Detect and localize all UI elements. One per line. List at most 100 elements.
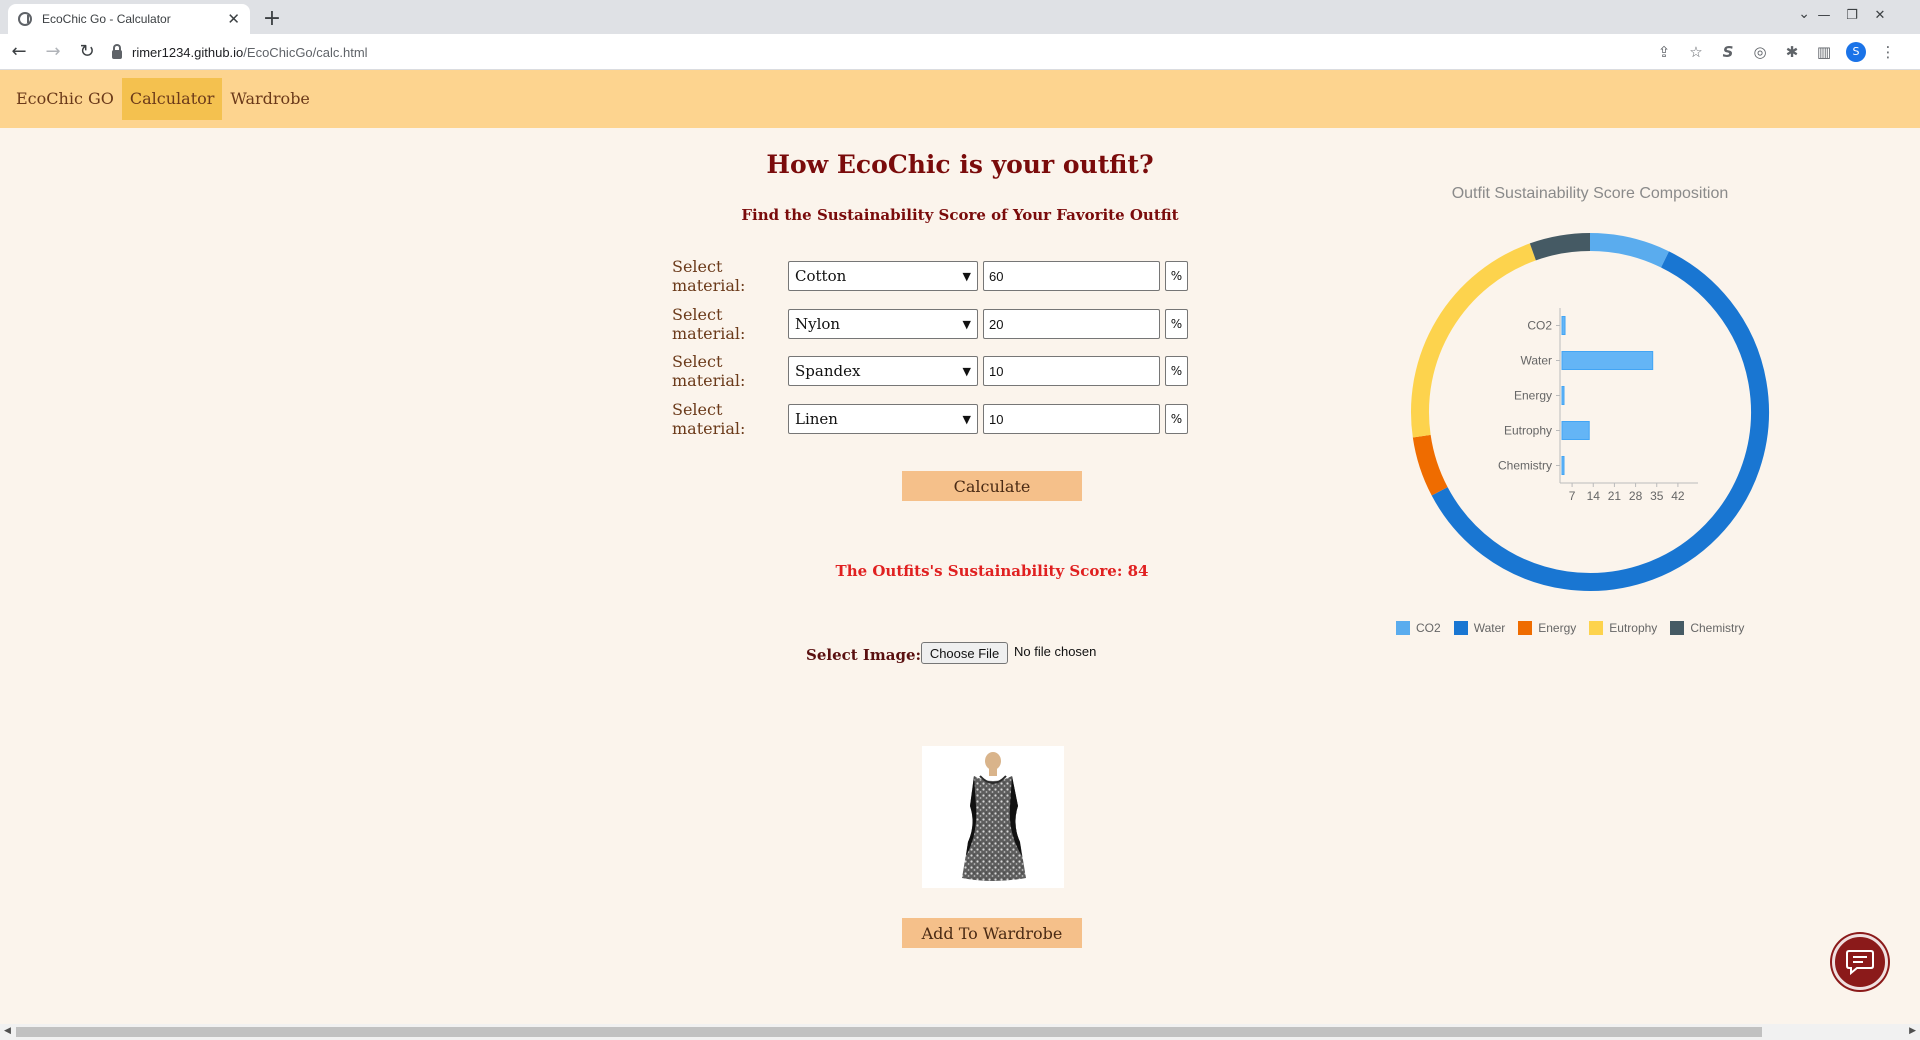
dress-image [962, 752, 1026, 881]
chevron-down-icon: ▼ [962, 412, 971, 426]
address-bar[interactable]: rimer1234.github.io/EcoChicGo/calc.html [112, 38, 1692, 66]
legend-swatch [1589, 621, 1604, 635]
legend-item-eutrophy[interactable]: Eutrophy [1589, 621, 1657, 635]
legend-item-energy[interactable]: Energy [1518, 621, 1576, 635]
category-label: CO2 [1527, 319, 1552, 333]
legend-label: Water [1473, 621, 1506, 635]
material-label: Select material: [672, 400, 746, 438]
globe-icon [18, 12, 32, 26]
back-arrow-icon[interactable]: ← [4, 37, 34, 67]
profile-avatar[interactable]: S [1846, 42, 1866, 62]
share-icon[interactable]: ⇪ [1648, 43, 1680, 61]
page-title: How EcoChic is your outfit? [766, 150, 1154, 179]
x-tick-label: 21 [1608, 489, 1622, 503]
extension-eye-icon[interactable]: ◎ [1744, 43, 1776, 61]
legend-swatch [1670, 621, 1685, 635]
category-label: Eutrophy [1504, 424, 1552, 438]
reload-icon[interactable]: ↻ [72, 37, 102, 67]
percent-input-2[interactable]: 20 [983, 309, 1160, 339]
material-select-1[interactable]: Cotton ▼ [788, 261, 978, 291]
choose-file-button[interactable]: Choose File [921, 642, 1008, 664]
legend-item-co2[interactable]: CO2 [1396, 621, 1441, 635]
bar-water [1561, 351, 1654, 370]
new-tab-button[interactable]: + [258, 4, 286, 32]
toolbar-actions: ⇪ ☆ S ◎ ✱ ▥ S ⋮ [1648, 34, 1904, 70]
material-select-2[interactable]: Nylon ▼ [788, 309, 978, 339]
chat-support-button[interactable] [1832, 934, 1888, 990]
scroll-right-icon[interactable]: ▶ [1909, 1026, 1916, 1036]
category-label: Energy [1514, 389, 1552, 403]
outfit-preview-image [922, 746, 1064, 888]
category-label: Water [1520, 354, 1552, 368]
bar-energy [1561, 386, 1565, 405]
material-row-4: Select material: Linen ▼ 10 % [672, 400, 1188, 438]
bookmark-star-icon[interactable]: ☆ [1680, 43, 1712, 61]
legend-label: Energy [1538, 621, 1577, 635]
tab-close-icon[interactable]: ✕ [227, 10, 240, 28]
calculate-button[interactable]: Calculate [902, 471, 1082, 501]
percent-unit: % [1165, 404, 1188, 434]
bar-eutrophy [1561, 421, 1590, 440]
legend-label: Eutrophy [1609, 621, 1658, 635]
percent-input-3[interactable]: 10 [983, 356, 1160, 386]
legend-swatch [1453, 621, 1468, 635]
legend-item-chemistry[interactable]: Chemistry [1670, 621, 1744, 635]
add-to-wardrobe-button[interactable]: Add To Wardrobe [902, 918, 1082, 948]
chart-legend: CO2 Water Energy Eutrophy Chemistry [1396, 621, 1757, 635]
extension-s-icon[interactable]: S [1712, 43, 1744, 61]
material-row-1: Select material: Cotton ▼ 60 % [672, 257, 1188, 295]
material-row-3: Select material: Spandex ▼ 10 % [672, 352, 1188, 390]
x-tick-label: 28 [1629, 489, 1643, 503]
browser-tab[interactable]: EcoChic Go - Calculator ✕ [8, 4, 250, 34]
nav-wardrobe[interactable]: Wardrobe [222, 78, 317, 120]
material-label: Select material: [672, 257, 746, 295]
legend-item-water[interactable]: Water [1453, 621, 1506, 635]
material-select-3[interactable]: Spandex ▼ [788, 356, 978, 386]
menu-kebab-icon[interactable]: ⋮ [1872, 43, 1904, 61]
sustainability-score: The Outfits's Sustainability Score: 84 [835, 562, 1149, 580]
material-label: Select material: [672, 352, 746, 390]
page-subtitle: Find the Sustainability Score of Your Fa… [741, 206, 1179, 224]
window-controls: — ❐ ✕ [1810, 0, 1894, 30]
legend-swatch [1518, 621, 1533, 635]
scrollbar-thumb[interactable] [16, 1027, 1762, 1037]
horizontal-scrollbar[interactable]: ◀ ▶ [0, 1024, 1920, 1040]
file-status-text: No file chosen [1014, 644, 1097, 659]
nav-brand[interactable]: EcoChic GO [8, 78, 122, 120]
chevron-down-icon: ▼ [962, 364, 971, 378]
minimize-icon[interactable]: — [1810, 8, 1838, 23]
nav-calculator[interactable]: Calculator [121, 78, 223, 120]
chat-bubble-icon [1846, 950, 1874, 976]
ring-slice-chemistry [1529, 233, 1591, 261]
select-image-label: Select Image: [806, 646, 922, 664]
bar-chemistry [1561, 456, 1565, 475]
chevron-down-icon: ▼ [962, 269, 971, 283]
tab-search-icon[interactable]: ⌄ [1798, 6, 1810, 22]
x-tick-label: 14 [1587, 489, 1601, 503]
legend-swatch [1396, 621, 1410, 635]
x-tick-label: 42 [1671, 489, 1685, 503]
side-panel-icon[interactable]: ▥ [1808, 43, 1840, 61]
browser-toolbar: ← → ↻ rimer1234.github.io/EcoChicGo/calc… [0, 34, 1920, 70]
chevron-down-icon: ▼ [962, 317, 971, 331]
chart-title: Outfit Sustainability Score Composition [1451, 185, 1729, 202]
percent-unit: % [1165, 309, 1188, 339]
percent-input-1[interactable]: 60 [983, 261, 1160, 291]
sustainability-chart: CO2 Water Energy Eutrophy Chemistry 7 14 21 28 35… [1411, 233, 1769, 591]
bar-co2 [1561, 316, 1566, 335]
restore-icon[interactable]: ❐ [1838, 8, 1866, 23]
window-close-icon[interactable]: ✕ [1866, 8, 1894, 23]
material-label: Select material: [672, 305, 746, 343]
ring-slice-co2 [1589, 233, 1669, 268]
category-label: Chemistry [1498, 459, 1552, 473]
material-select-4[interactable]: Linen ▼ [788, 404, 978, 434]
percent-unit: % [1165, 356, 1188, 386]
scroll-left-icon[interactable]: ◀ [4, 1026, 11, 1036]
material-row-2: Select material: Nylon ▼ 20 % [672, 305, 1188, 343]
puzzle-extensions-icon[interactable]: ✱ [1776, 43, 1808, 61]
ring-slice-water [1431, 251, 1769, 591]
legend-label: Chemistry [1690, 621, 1745, 635]
browser-tabstrip: EcoChic Go - Calculator ✕ + ⌄ — ❐ ✕ [0, 0, 1920, 34]
percent-input-4[interactable]: 10 [983, 404, 1160, 434]
forward-arrow-icon[interactable]: → [38, 37, 68, 67]
